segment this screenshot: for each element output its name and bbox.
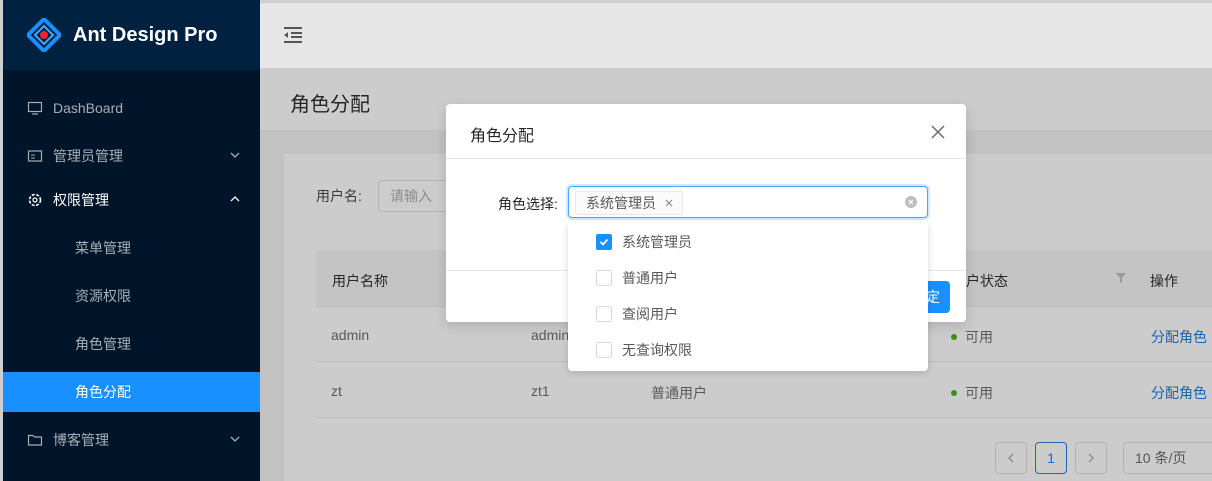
folder-icon — [27, 434, 43, 446]
search-label: 用户名: — [316, 188, 362, 204]
sidebar-item-label: 管理员管理 — [53, 148, 123, 164]
close-icon[interactable] — [930, 124, 946, 140]
row-divider — [316, 417, 1212, 418]
sidebar-item-dashboard[interactable]: DashBoard — [3, 88, 260, 128]
sidebar-item-admin-management[interactable]: 管理员管理 — [3, 136, 260, 176]
checkbox-unchecked[interactable] — [596, 342, 612, 358]
checkbox-unchecked[interactable] — [596, 270, 612, 286]
page-number-button[interactable]: 1 — [1035, 442, 1067, 474]
checkbox-unchecked[interactable] — [596, 306, 612, 322]
checkbox-checked[interactable] — [596, 234, 612, 250]
chevron-down-icon — [230, 152, 240, 158]
sidebar-item-role-management[interactable]: 角色管理 — [3, 324, 260, 364]
chevron-left-icon — [1008, 453, 1014, 463]
logo[interactable]: Ant Design Pro — [3, 0, 260, 70]
cell-role: 普通用户 — [651, 385, 707, 401]
sidebar-item-label: 权限管理 — [53, 192, 109, 208]
desktop-icon — [27, 101, 43, 115]
column-header-actions: 操作 — [1150, 273, 1178, 289]
clear-circle-icon[interactable] — [905, 196, 917, 208]
option-label: 查阅用户 — [622, 306, 678, 322]
ant-design-logo-icon — [27, 18, 61, 52]
status-text: 可用 — [965, 385, 993, 401]
role-select-label: 角色选择: — [498, 196, 558, 212]
global-header — [260, 0, 1212, 68]
assign-role-link[interactable]: 分配角色 — [1151, 327, 1207, 347]
modal-title: 角色分配 — [470, 128, 535, 145]
modal-header: 角色分配 — [446, 104, 966, 159]
column-header-status: 户状态 — [966, 273, 1008, 289]
sidebar-item-label: 博客管理 — [53, 432, 109, 448]
cell-username: zt — [331, 383, 342, 399]
column-header-username: 用户名称 — [332, 273, 388, 289]
check-icon — [599, 238, 609, 246]
sidebar-item-blog-management[interactable]: 博客管理 — [3, 420, 260, 460]
page-title: 角色分配 — [290, 94, 370, 116]
prev-page-button[interactable] — [995, 442, 1027, 474]
selected-role-tag: 系统管理员 — [575, 191, 683, 215]
status-badge: 可用 — [951, 383, 993, 403]
sidebar-item-label: 角色管理 — [75, 336, 131, 352]
sidebar-item-label: DashBoard — [53, 100, 124, 116]
sidebar-item-menu-management[interactable]: 菜单管理 — [3, 228, 260, 268]
setting-icon — [28, 193, 42, 207]
app-title: Ant Design Pro — [73, 23, 218, 46]
idcard-icon — [27, 150, 43, 162]
dropdown-option[interactable]: 系统管理员 — [568, 224, 928, 260]
status-dot — [951, 390, 957, 397]
chevron-up-icon — [230, 196, 240, 202]
filter-icon[interactable] — [1115, 272, 1127, 284]
option-label: 无查询权限 — [622, 342, 692, 358]
sidebar-item-role-assignment[interactable]: 角色分配 — [3, 372, 260, 412]
option-label: 普通用户 — [622, 270, 678, 286]
cell-username: admin — [331, 327, 370, 343]
cell-account: admin — [531, 327, 570, 343]
next-page-button[interactable] — [1075, 442, 1107, 474]
cell-account: zt1 — [531, 383, 550, 399]
page-size-select[interactable]: 10 条/页 — [1123, 442, 1212, 474]
menu-fold-icon[interactable] — [282, 25, 304, 45]
sidebar-item-resource-permission[interactable]: 资源权限 — [3, 276, 260, 316]
sidebar-item-label: 菜单管理 — [75, 240, 131, 256]
tag-label: 系统管理员 — [586, 195, 656, 211]
role-multi-select[interactable]: 系统管理员 — [568, 186, 928, 218]
dropdown-option[interactable]: 无查询权限 — [568, 332, 928, 368]
status-text: 可用 — [965, 329, 993, 345]
close-icon[interactable] — [664, 198, 674, 208]
option-label: 系统管理员 — [622, 234, 692, 250]
assign-role-link[interactable]: 分配角色 — [1151, 383, 1207, 403]
status-dot — [951, 334, 957, 341]
sidebar-item-label: 资源权限 — [75, 288, 131, 304]
chevron-down-icon — [230, 436, 240, 442]
dropdown-option[interactable]: 普通用户 — [568, 260, 928, 296]
sidebar: Ant Design Pro DashBoard 管理员管理 权限管理 菜单管理… — [0, 0, 260, 481]
sidebar-item-permission-management[interactable]: 权限管理 — [3, 180, 260, 220]
status-badge: 可用 — [951, 327, 993, 347]
role-dropdown: 系统管理员 普通用户 查阅用户 无查询权限 — [568, 222, 928, 371]
sidebar-item-label: 角色分配 — [75, 384, 131, 400]
dropdown-option[interactable]: 查阅用户 — [568, 296, 928, 332]
chevron-right-icon — [1088, 453, 1094, 463]
